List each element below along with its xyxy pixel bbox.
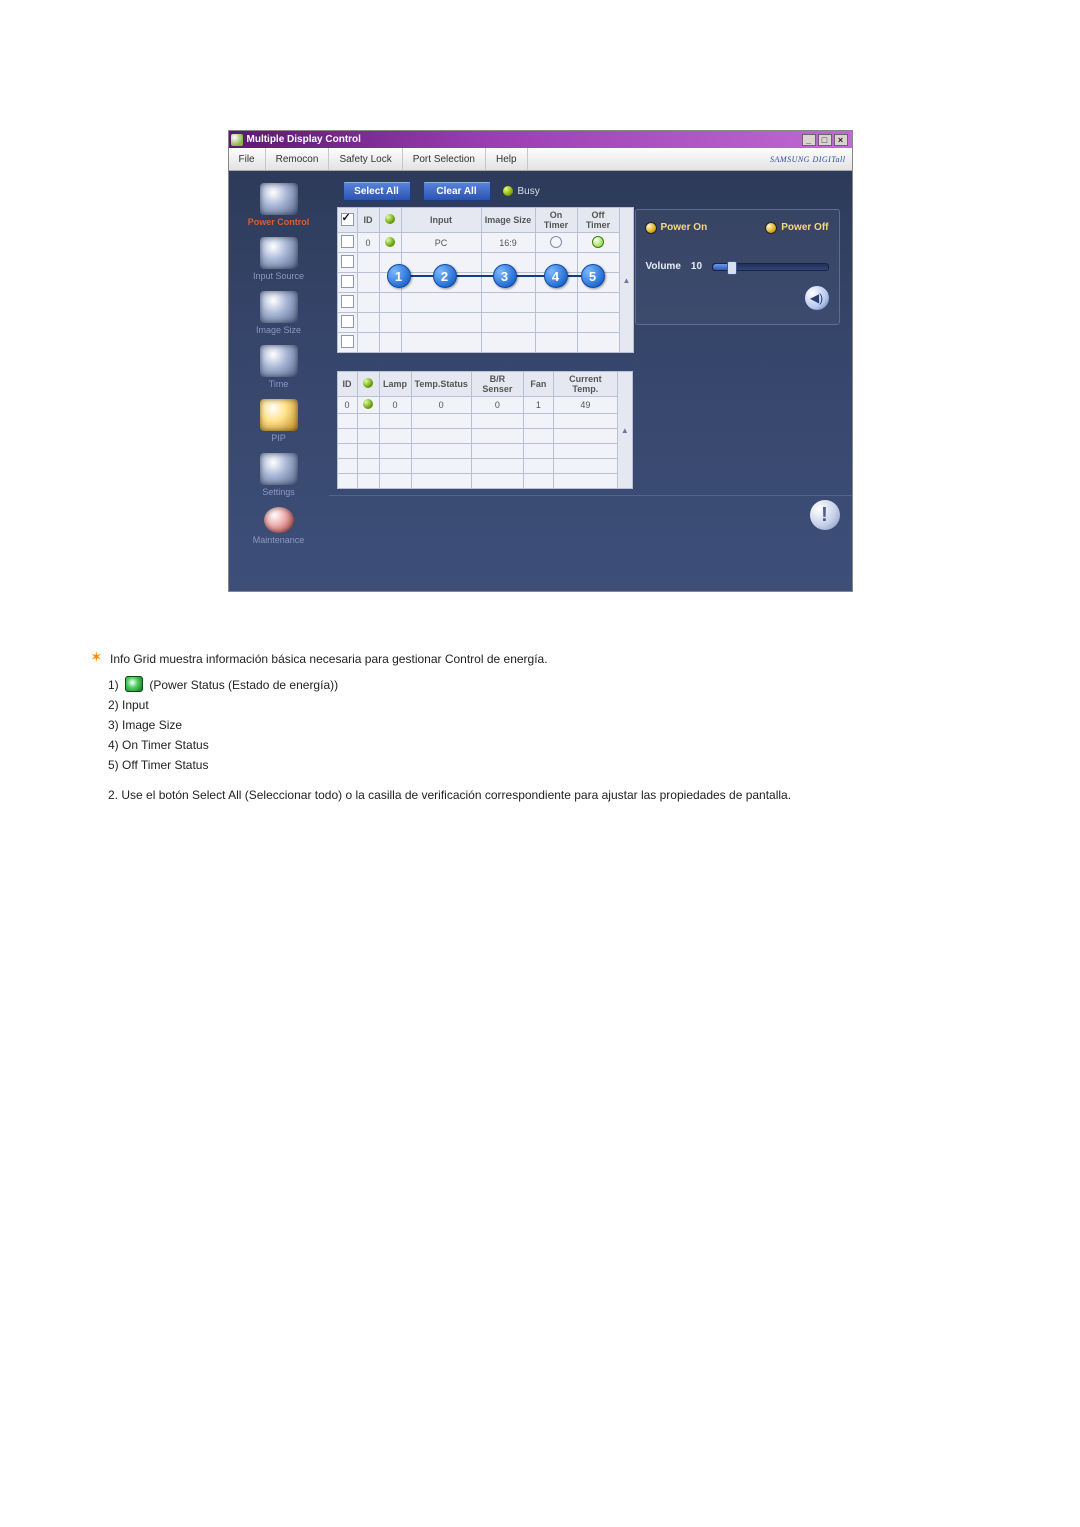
menu-port-selection[interactable]: Port Selection [403,148,486,170]
table-row[interactable] [337,459,632,474]
badge-3: 3 [493,264,517,288]
menu-safety-lock[interactable]: Safety Lock [329,148,402,170]
titlebar: Multiple Display Control _ □ × [229,131,852,148]
list-item: 3) Image Size [108,718,990,732]
busy-icon [503,186,513,196]
menubar: File Remocon Safety Lock Port Selection … [229,148,852,171]
sidebar: Power Control Input Source Image Size Ti… [229,171,329,591]
on-timer-icon [550,236,562,248]
close-button[interactable]: × [834,134,848,146]
sidebar-item-input-source[interactable]: Input Source [229,237,329,281]
sidebar-item-maintenance[interactable]: Maintenance [229,507,329,545]
speaker-icon[interactable]: ◀) [805,286,829,310]
row-checkbox[interactable] [341,235,354,248]
checkbox-header[interactable] [341,213,354,226]
maximize-button[interactable]: □ [818,134,832,146]
radio-icon [646,223,656,233]
menu-file[interactable]: File [229,148,266,170]
power-status-on-icon [363,399,373,409]
menu-help[interactable]: Help [486,148,528,170]
select-all-button[interactable]: Select All [343,181,411,201]
list-item: 5) Off Timer Status [108,758,990,772]
image-size-icon [260,291,298,323]
menu-remocon[interactable]: Remocon [266,148,330,170]
document-text: Info Grid muestra información básica nec… [90,652,990,804]
maintenance-icon [264,507,294,533]
table-row[interactable] [337,414,632,429]
table-row[interactable]: 0 PC 16:9 [337,233,634,253]
off-timer-icon [592,236,604,248]
sidebar-item-image-size[interactable]: Image Size [229,291,329,335]
app-window: Multiple Display Control _ □ × File Remo… [228,130,853,592]
minimize-button[interactable]: _ [802,134,816,146]
brand-label: SAMSUNG DIGITall [770,148,851,170]
alert-icon: ! [810,500,840,530]
badge-5: 5 [581,264,605,288]
volume-slider[interactable] [712,263,828,271]
intro-text: Info Grid muestra información básica nec… [110,652,548,666]
input-source-icon [260,237,298,269]
info-grid-2: ID Lamp Temp.Status B/R Senser Fan Curre… [337,371,633,489]
power-status-icon [385,214,395,224]
power-status-on-icon [385,237,395,247]
power-icon [260,183,298,215]
list-item: 4) On Timer Status [108,738,990,752]
sidebar-item-pip[interactable]: PIP [229,399,329,443]
badge-1: 1 [387,264,411,288]
table-row[interactable] [337,444,632,459]
power-status-icon [363,378,373,388]
radio-icon [766,223,776,233]
table-row[interactable] [337,333,634,353]
table-row[interactable] [337,429,632,444]
sidebar-item-time[interactable]: Time [229,345,329,389]
badge-4: 4 [544,264,568,288]
scrollbar[interactable]: ▲ [617,372,632,489]
volume-value: 10 [691,261,702,272]
power-on-radio[interactable]: Power On [646,222,708,233]
settings-icon [260,453,298,485]
clear-all-button[interactable]: Clear All [423,181,491,201]
sidebar-item-power-control[interactable]: Power Control [229,183,329,227]
window-title: Multiple Display Control [247,134,361,145]
list-item: 2) Input [108,698,990,712]
power-off-radio[interactable]: Power Off [766,222,828,233]
table-row[interactable]: 0 0 0 0 1 49 [337,397,632,414]
table-row[interactable] [337,313,634,333]
power-status-inline-icon [125,676,143,692]
table-row[interactable] [337,293,634,313]
power-control-panel: Power On Power Off Volume 10 [635,209,840,325]
pip-icon [260,399,298,431]
star-icon [90,652,104,666]
app-icon [231,134,243,146]
time-icon [260,345,298,377]
busy-indicator: Busy [503,186,540,197]
list-item: 1) (Power Status (Estado de energía)) [108,676,990,692]
sidebar-item-settings[interactable]: Settings [229,453,329,497]
badge-2: 2 [433,264,457,288]
paragraph-2: 2. Use el botón Select All (Seleccionar … [108,786,990,804]
volume-label: Volume [646,261,681,272]
scrollbar[interactable]: ▲ [619,208,634,353]
status-bar: ! [329,495,852,542]
table-row[interactable] [337,474,632,489]
